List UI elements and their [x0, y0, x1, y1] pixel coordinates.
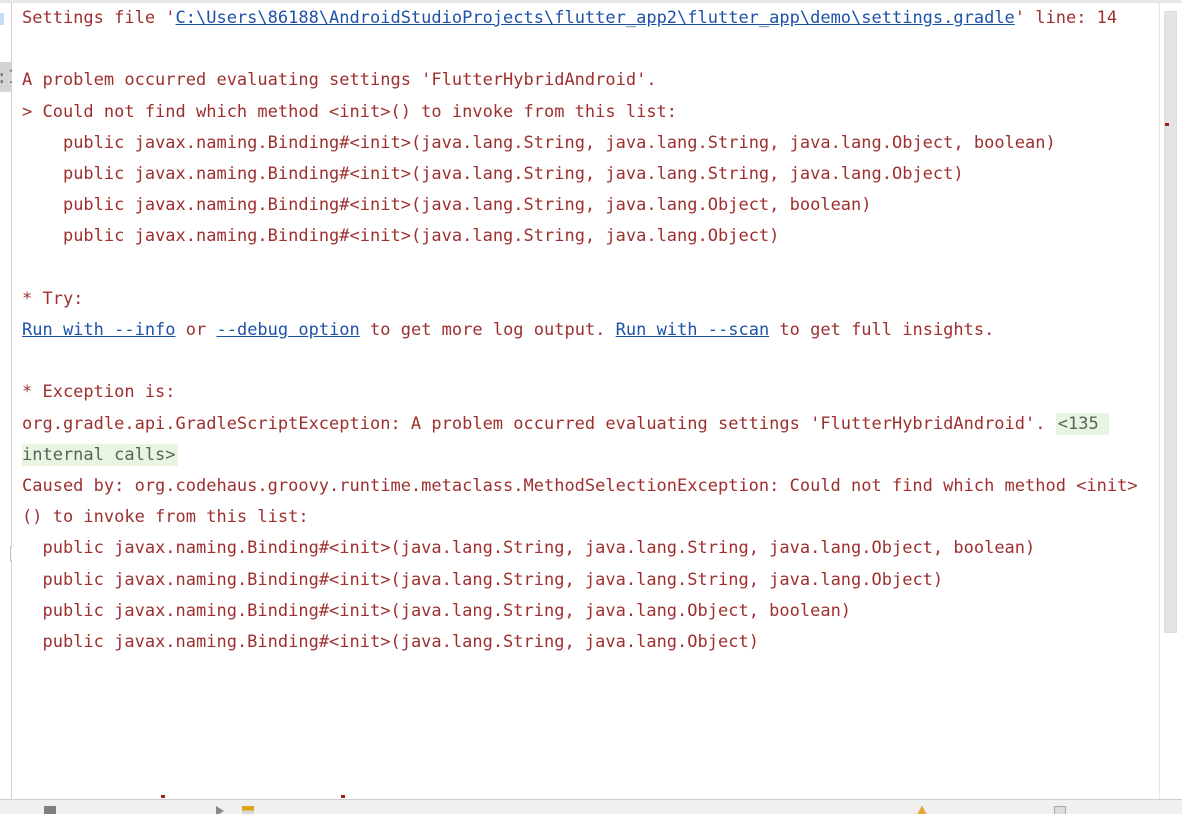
- candidate-3: public javax.naming.Binding#<init>(java.…: [22, 190, 1158, 221]
- statusbar-warning[interactable]: [916, 803, 928, 814]
- build-tool-window-statusbar[interactable]: [0, 799, 1182, 814]
- try-header: * Try:: [22, 284, 1158, 315]
- console-text: public javax.naming.Binding#<init>(java.…: [22, 600, 852, 621]
- warning-icon: [916, 805, 928, 814]
- blank-3: [22, 346, 1158, 377]
- console-text: public javax.naming.Binding#<init>(java.…: [22, 538, 1036, 559]
- caused-candidate-3: public javax.naming.Binding#<init>(java.…: [22, 596, 1158, 627]
- try-links-line: Run with --info or --debug option to get…: [22, 315, 1158, 346]
- console-text: * Exception is:: [22, 382, 176, 403]
- console-text: to get more log output.: [359, 320, 616, 341]
- gutter-line-marker: [0, 13, 4, 25]
- statusbar-item[interactable]: [216, 803, 224, 814]
- candidate-2: public javax.naming.Binding#<init>(java.…: [22, 159, 1158, 190]
- problem-line: A problem occurred evaluating settings '…: [22, 65, 1158, 96]
- caused-candidate-2: public javax.naming.Binding#<init>(java.…: [22, 565, 1158, 596]
- caused-candidate-4: public javax.naming.Binding#<init>(java.…: [22, 627, 1158, 658]
- console-text: or: [175, 320, 217, 341]
- error-stripe-marker[interactable]: [161, 795, 165, 798]
- statusbar-item[interactable]: [44, 803, 56, 814]
- console-text: public javax.naming.Binding#<init>(java.…: [22, 164, 964, 185]
- console-text: Settings file ': [22, 8, 176, 28]
- console-text: public javax.naming.Binding#<init>(java.…: [22, 132, 1056, 153]
- console-text: Caused by: org.codehaus.groovy.runtime.m…: [22, 476, 1138, 528]
- caused-candidate-1: public javax.naming.Binding#<init>(java.…: [22, 533, 1158, 564]
- settings-file-line: Settings file 'C:\Users\86188\AndroidStu…: [22, 3, 1158, 34]
- console-link[interactable]: --debug option: [216, 320, 359, 340]
- error-stripe-marker[interactable]: [1165, 123, 1169, 126]
- vertical-scrollbar-track[interactable]: [1159, 3, 1182, 799]
- console-text: public javax.naming.Binding#<init>(java.…: [22, 632, 759, 653]
- console-text: ' line: 14: [1014, 8, 1118, 28]
- exception-header: * Exception is:: [22, 377, 1158, 408]
- run-icon: [216, 806, 224, 814]
- window-icon: [1054, 806, 1066, 814]
- error-stripe-marker[interactable]: [341, 795, 345, 798]
- console-text: > Could not find which method <init>() t…: [22, 101, 678, 122]
- console-text: public javax.naming.Binding#<init>(java.…: [22, 195, 872, 216]
- console-text: public javax.naming.Binding#<init>(java.…: [22, 226, 780, 247]
- blank-1: [22, 34, 1158, 65]
- console-gutter: [0, 3, 12, 799]
- console-text: org.gradle.api.GradleScriptException: A …: [22, 413, 1056, 434]
- console-text: public javax.naming.Binding#<init>(java.…: [22, 569, 944, 590]
- statusbar-layout-toggle[interactable]: [1054, 803, 1066, 814]
- console-link[interactable]: Run with --info: [22, 320, 176, 340]
- build-output-text[interactable]: Settings file 'C:\Users\86188\AndroidStu…: [12, 3, 1158, 799]
- console-text: A problem occurred evaluating settings '…: [22, 70, 657, 91]
- exception-line: org.gradle.api.GradleScriptException: A …: [22, 409, 1158, 471]
- console-text: to get full insights.: [769, 320, 995, 341]
- could-not-find-line: > Could not find which method <init>() t…: [22, 97, 1158, 128]
- caused-by-line: Caused by: org.codehaus.groovy.runtime.m…: [22, 471, 1158, 533]
- blank-2: [22, 253, 1158, 284]
- console-link[interactable]: Run with --scan: [616, 320, 770, 340]
- candidate-4: public javax.naming.Binding#<init>(java.…: [22, 221, 1158, 252]
- module-icon: [44, 806, 56, 814]
- gradle-build-console-window: :14 Settings file 'C:\Users\86188\Androi…: [0, 0, 1182, 814]
- task-icon: [242, 806, 254, 814]
- candidate-1: public javax.naming.Binding#<init>(java.…: [22, 128, 1158, 159]
- console-text: * Try:: [22, 288, 84, 309]
- vertical-scrollbar-thumb[interactable]: [1164, 11, 1177, 633]
- console-link[interactable]: C:\Users\86188\AndroidStudioProjects\flu…: [176, 8, 1015, 28]
- statusbar-item[interactable]: [242, 803, 254, 814]
